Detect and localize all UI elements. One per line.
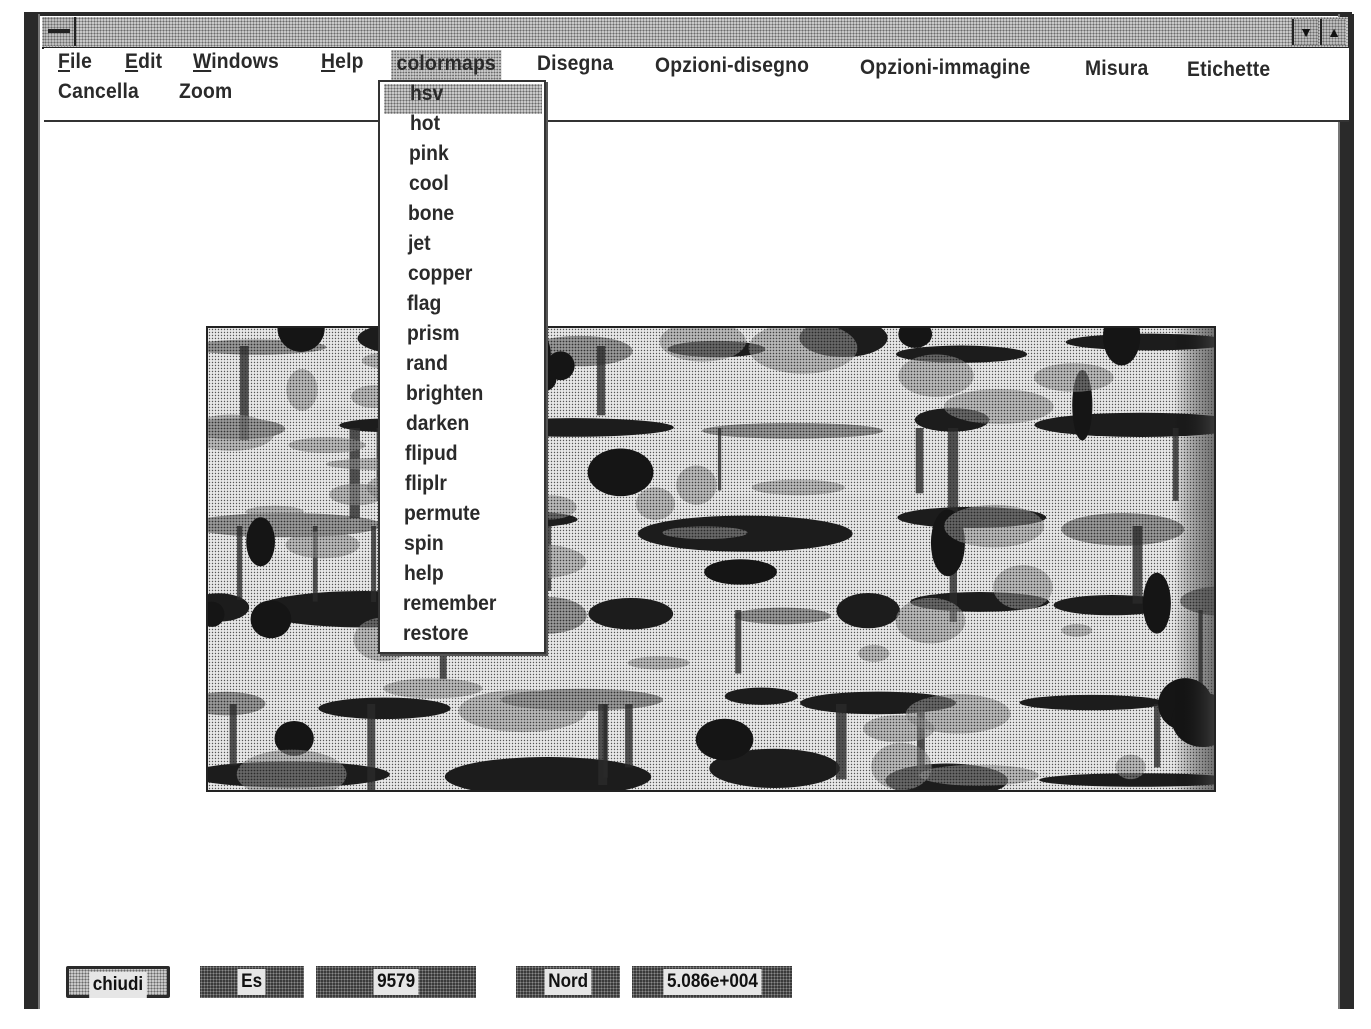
menu-edit-mnemonic: E (125, 50, 139, 73)
colormap-item-permute[interactable]: permute (404, 502, 480, 526)
north-label: Nord (516, 966, 620, 998)
menu-zoom[interactable]: Zoom (179, 80, 232, 104)
figure-image[interactable] (206, 326, 1216, 792)
east-label: Es (200, 966, 304, 998)
menu-colormaps[interactable]: colormaps (391, 50, 502, 80)
close-button-label: chiudi (89, 972, 147, 998)
window-frame-right[interactable] (1338, 14, 1354, 1009)
colormap-item-brighten[interactable]: brighten (406, 382, 483, 406)
menu-help[interactable]: Help (321, 50, 364, 74)
menu-windows-label: indows (211, 50, 279, 73)
menu-help-mnemonic: H (321, 50, 336, 73)
colormap-item-flipud[interactable]: flipud (405, 442, 458, 466)
menu-windows[interactable]: Windows (193, 50, 279, 74)
north-label-text: Nord (544, 969, 592, 995)
close-button[interactable]: chiudi (66, 966, 170, 998)
dropdown-highlight (384, 84, 542, 114)
colormap-item-jet[interactable]: jet (408, 232, 431, 256)
window-frame-top (24, 12, 1352, 16)
system-menu-icon (48, 29, 70, 33)
east-label-text: Es (237, 969, 267, 995)
north-value-text: 5.086e+004 (662, 969, 762, 995)
menu-etichette[interactable]: Etichette (1187, 58, 1270, 82)
menu-opzioni-immagine[interactable]: Opzioni-immagine (860, 56, 1030, 80)
colormap-item-remember[interactable]: remember (403, 592, 496, 616)
colormap-item-rand[interactable]: rand (406, 352, 448, 376)
colormap-item-fliplr[interactable]: fliplr (405, 472, 447, 496)
colormap-item-hot[interactable]: hot (410, 112, 440, 136)
east-value-field[interactable]: 9579 (316, 966, 476, 998)
menu-edit-label: dit (138, 50, 163, 73)
window-frame-left[interactable] (24, 14, 40, 1009)
colormap-item-restore[interactable]: restore (403, 622, 469, 646)
minimize-icon: ▼ (1299, 24, 1313, 40)
window-title (200, 20, 1100, 44)
minimize-button[interactable]: ▼ (1292, 19, 1318, 45)
maximize-icon: ▲ (1327, 24, 1341, 40)
colormap-item-cool[interactable]: cool (409, 172, 449, 196)
colormap-item-copper[interactable]: copper (408, 262, 472, 286)
menu-file-label: ile (69, 50, 93, 73)
menu-file[interactable]: File (58, 50, 92, 74)
maximize-button[interactable]: ▲ (1320, 19, 1346, 45)
colormap-item-hsv[interactable]: hsv (410, 82, 443, 106)
colormap-item-bone[interactable]: bone (408, 202, 454, 226)
menu-opzioni-disegno[interactable]: Opzioni-disegno (655, 54, 809, 78)
menu-cancella[interactable]: Cancella (58, 80, 139, 104)
system-menu-button[interactable] (44, 17, 76, 46)
menu-edit[interactable]: Edit (125, 50, 162, 74)
stone-wall-image (208, 328, 1214, 790)
colormap-item-spin[interactable]: spin (404, 532, 444, 556)
east-value-text: 9579 (373, 969, 419, 995)
colormap-item-flag[interactable]: flag (407, 292, 441, 316)
colormap-item-darken[interactable]: darken (406, 412, 469, 436)
menu-windows-mnemonic: W (193, 50, 212, 73)
menu-file-mnemonic: F (58, 50, 70, 73)
colormap-item-pink[interactable]: pink (409, 142, 449, 166)
north-value-field[interactable]: 5.086e+004 (632, 966, 792, 998)
colormap-item-help[interactable]: help (404, 562, 444, 586)
menu-misura[interactable]: Misura (1085, 57, 1148, 81)
menu-disegna[interactable]: Disegna (537, 52, 613, 76)
colormap-item-prism[interactable]: prism (407, 322, 460, 346)
menu-help-label: elp (335, 50, 364, 73)
